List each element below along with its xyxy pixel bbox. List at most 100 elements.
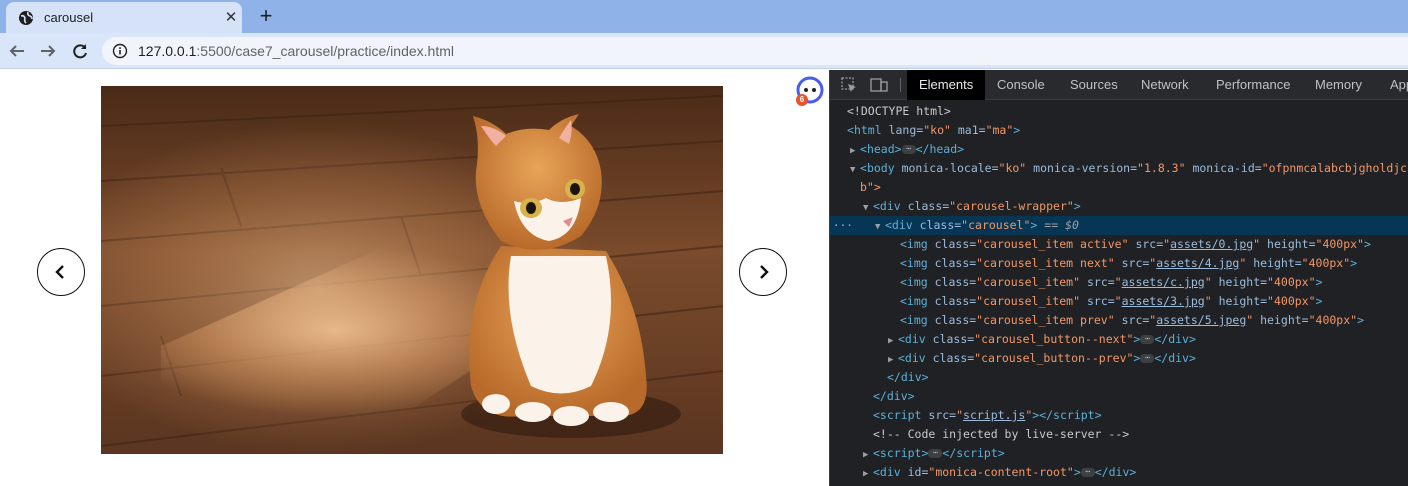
carousel-active-image: [101, 86, 723, 454]
arrow-right-icon: [41, 45, 56, 57]
script-src-link[interactable]: script.js: [963, 408, 1025, 422]
body-tag: body: [866, 161, 895, 175]
cat-photo: [101, 86, 723, 454]
address-bar[interactable]: 127.0.0.1:5500/case7_carousel/practice/i…: [102, 37, 1408, 65]
img-src-link[interactable]: assets/5.jpeg: [1156, 313, 1246, 327]
info-icon[interactable]: [112, 43, 128, 59]
comment-text: <!-- Code injected by live-server -->: [873, 427, 1130, 441]
head-tag-close: head: [929, 142, 958, 156]
dom-line-button-prev[interactable]: ▶ <div class="carousel_button--prev"> ⋯ </d…: [830, 349, 1408, 368]
dom-line-doctype[interactable]: <!DOCTYPE html>: [830, 102, 1408, 121]
devtools-tabbar: Elements Console Sources Network Perform…: [830, 70, 1408, 100]
browser-toolbar: 127.0.0.1:5500/case7_carousel/practice/i…: [0, 33, 1408, 69]
expand-arrow-icon[interactable]: ▶: [863, 465, 873, 484]
img-class-value: "carousel_item": [976, 275, 1081, 289]
dom-line-comment[interactable]: <!-- Code injected by live-server -->: [830, 425, 1408, 444]
arrow-left-icon: [9, 45, 24, 57]
tab-elements[interactable]: Elements: [907, 70, 986, 100]
reload-icon: [73, 44, 87, 59]
ellipsis-icon[interactable]: ⋯: [1140, 354, 1155, 363]
dom-line-button-next[interactable]: ▶ <div class="carousel_button--next"> ⋯ </d…: [830, 330, 1408, 349]
carousel-prev-button[interactable]: [37, 248, 85, 296]
ellipsis-icon[interactable]: ⋯: [901, 145, 916, 154]
devtools-panel: Elements Console Sources Network Perform…: [829, 70, 1408, 486]
img-height-value: "400px": [1301, 256, 1351, 270]
img-src-link[interactable]: assets/c.jpg: [1122, 275, 1205, 289]
img-src-link[interactable]: assets/4.jpg: [1156, 256, 1239, 270]
dom-line-body-wrap: b">: [830, 178, 1408, 197]
chevron-right-icon: [760, 265, 769, 279]
html-attr-lang: lang: [888, 123, 917, 137]
img-class-value: "carousel_item active": [976, 237, 1129, 251]
head-tag: head: [866, 142, 895, 156]
html-attr-ma1: ma1: [957, 123, 979, 137]
back-button[interactable]: [6, 40, 28, 62]
url-text: 127.0.0.1:5500/case7_carousel/practice/i…: [138, 43, 454, 59]
toolbar-separator: [900, 78, 901, 92]
btn-prev-class-value: "carousel_button--prev": [974, 351, 1134, 365]
carousel-next-button[interactable]: [739, 248, 787, 296]
body-attr-locale: monica-locale: [901, 161, 992, 175]
more-options-icon[interactable]: ···: [833, 216, 853, 235]
selected-marker: == $0: [1044, 218, 1079, 232]
dom-line-img-4[interactable]: <img class="carousel_item prev" src="ass…: [830, 311, 1408, 330]
browser-tab[interactable]: carousel ✕: [6, 2, 242, 33]
body-attr-locale-value: "ko": [998, 161, 1027, 175]
body-attr-version-value: "1.8.3": [1137, 161, 1186, 175]
dom-line-html[interactable]: <html lang="ko" ma1="ma">: [830, 121, 1408, 140]
dom-line-img-3[interactable]: <img class="carousel_item" src="assets/3…: [830, 292, 1408, 311]
ellipsis-icon[interactable]: ⋯: [1140, 335, 1155, 344]
dom-line-body[interactable]: ▼ <body monica-locale="ko" monica-version…: [830, 159, 1408, 178]
ellipsis-icon[interactable]: ⋯: [928, 449, 943, 458]
tab-memory[interactable]: Memory: [1303, 70, 1374, 100]
dom-line-carousel-close[interactable]: </div>: [830, 368, 1408, 387]
dom-line-carousel-selected[interactable]: ··· ▼ <div class="carousel"> == $0: [830, 216, 1408, 235]
img-height-value: "400px": [1267, 294, 1316, 308]
img-class-value: "carousel_item prev": [976, 313, 1115, 327]
img-src-link[interactable]: assets/3.jpg: [1122, 294, 1205, 308]
root-id-value: "monica-content-root": [928, 465, 1074, 479]
btn-next-class-value: "carousel_button--next": [974, 332, 1134, 346]
html-attr-ma1-value: "ma": [985, 123, 1014, 137]
body-attr-id: monica-id: [1192, 161, 1255, 175]
dom-line-script-injected[interactable]: ▶ <script> ⋯ </script>: [830, 444, 1408, 463]
tab-title: carousel: [44, 10, 94, 25]
doctype-text: <!DOCTYPE html>: [847, 104, 951, 118]
tab-console[interactable]: Console: [985, 70, 1057, 100]
dom-line-img-0[interactable]: <img class="carousel_item active" src="a…: [830, 235, 1408, 254]
tab-close-icon[interactable]: ✕: [222, 9, 240, 27]
img-class-value: "carousel_item": [976, 294, 1081, 308]
tab-sources[interactable]: Sources: [1058, 70, 1130, 100]
body-attr-id-value: "ofpnmcalabcbjgholdjcjblkibolbppb": [1261, 161, 1408, 175]
dom-line-script[interactable]: <script src="script.js"></script>: [830, 406, 1408, 425]
img-height-value: "400px": [1308, 313, 1358, 327]
page-viewport: 6: [0, 70, 829, 486]
dom-line-head[interactable]: ▶ <head> ⋯ </head>: [830, 140, 1408, 159]
dom-line-monica-root[interactable]: ▶ <div id="monica-content-root"> ⋯ </div>: [830, 463, 1408, 482]
img-src-link[interactable]: assets/0.jpg: [1170, 237, 1253, 251]
body-attr-version: monica-version: [1033, 161, 1131, 175]
device-toolbar-icon[interactable]: [870, 76, 888, 94]
img-height-value: "400px": [1267, 275, 1316, 289]
tab-network[interactable]: Network: [1129, 70, 1201, 100]
dom-line-carousel-wrapper[interactable]: ▼ <div class="carousel-wrapper">: [830, 197, 1408, 216]
html-attr-lang-value: "ko": [923, 123, 951, 137]
img-height-value: "400px": [1315, 237, 1364, 251]
tab-application[interactable]: App: [1378, 70, 1408, 100]
dom-line-img-2[interactable]: <img class="carousel_item" src="assets/c…: [830, 273, 1408, 292]
new-tab-button[interactable]: +: [254, 4, 278, 28]
ellipsis-icon[interactable]: ⋯: [1080, 468, 1095, 477]
inspect-element-icon[interactable]: [840, 76, 858, 94]
tab-performance[interactable]: Performance: [1204, 70, 1302, 100]
dom-tree: <!DOCTYPE html> <html lang="ko" ma1="ma"…: [830, 102, 1408, 482]
browser-tabstrip: carousel ✕ +: [0, 0, 1408, 33]
carousel-class-value: "carousel": [961, 218, 1031, 232]
globe-icon: [19, 11, 33, 25]
url-host: 127.0.0.1: [138, 43, 197, 59]
reload-button[interactable]: [69, 40, 91, 62]
img-class-value: "carousel_item next": [976, 256, 1115, 270]
forward-button[interactable]: [37, 40, 59, 62]
monica-badge: 6: [796, 94, 808, 106]
dom-line-wrapper-close[interactable]: </div>: [830, 387, 1408, 406]
dom-line-img-1[interactable]: <img class="carousel_item next" src="ass…: [830, 254, 1408, 273]
